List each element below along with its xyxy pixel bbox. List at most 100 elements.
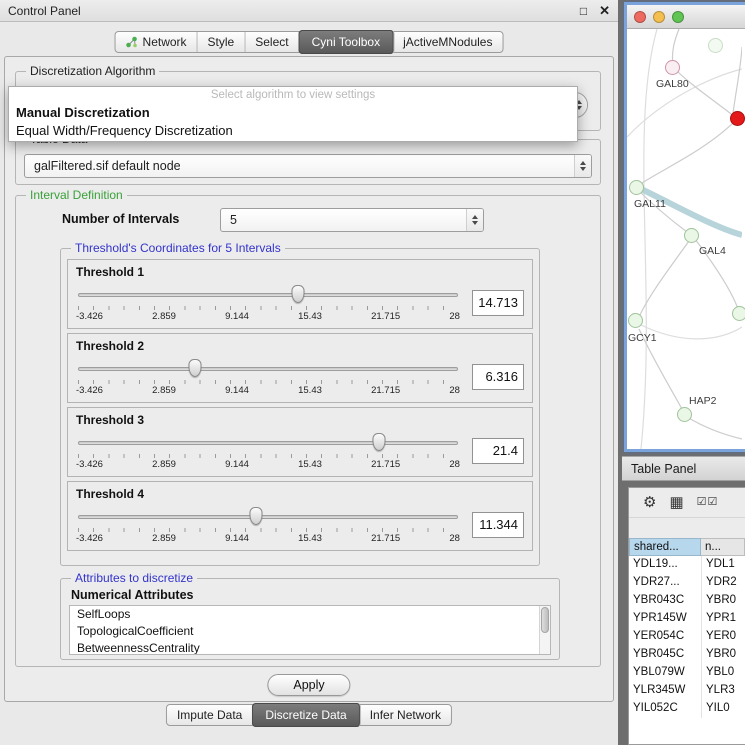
threshold-1-title: Threshold 1 bbox=[76, 265, 144, 279]
close-traffic-light[interactable] bbox=[634, 11, 646, 23]
minimize-icon[interactable]: □ bbox=[580, 4, 587, 18]
cell[interactable]: YDL1 bbox=[701, 556, 745, 574]
threshold-2-slider[interactable]: -3.426 2.859 9.144 15.43 21.715 28 bbox=[76, 357, 460, 397]
network-node[interactable] bbox=[665, 60, 680, 75]
table-row[interactable]: YLR345WYLR3 bbox=[629, 682, 745, 700]
threshold-2-value-field[interactable]: 6.316 bbox=[472, 364, 524, 390]
list-scrollbar-thumb[interactable] bbox=[541, 607, 549, 633]
slider-thumb[interactable] bbox=[250, 507, 263, 525]
cell[interactable]: YIL052C bbox=[629, 700, 701, 718]
slider-thumb[interactable] bbox=[291, 285, 304, 303]
table-row[interactable]: YDL19...YDL1 bbox=[629, 556, 745, 574]
list-item[interactable]: TopologicalCoefficient bbox=[70, 623, 550, 640]
cell[interactable]: YBL0 bbox=[701, 664, 745, 682]
network-node[interactable] bbox=[628, 313, 643, 328]
select-columns-icon[interactable]: ☑☑ bbox=[697, 497, 719, 508]
tab-style[interactable]: Style bbox=[198, 32, 246, 52]
column-header-name[interactable]: n... bbox=[701, 538, 745, 556]
tick-marks bbox=[78, 380, 458, 384]
slider-thumb[interactable] bbox=[373, 433, 386, 451]
threshold-4-value-field[interactable]: 11.344 bbox=[472, 512, 524, 538]
network-node[interactable] bbox=[708, 38, 723, 53]
scale-label: 9.144 bbox=[225, 533, 249, 544]
network-node[interactable] bbox=[732, 306, 745, 321]
scale-label: -3.426 bbox=[76, 459, 103, 470]
cell[interactable]: YDR27... bbox=[629, 574, 701, 592]
cell[interactable]: YBR045C bbox=[629, 646, 701, 664]
cell[interactable]: YPR1 bbox=[701, 610, 745, 628]
tab-infer-network[interactable]: Infer Network bbox=[360, 705, 451, 725]
tab-jactivemodules[interactable]: jActiveMNodules bbox=[393, 32, 502, 52]
slider-thumb[interactable] bbox=[189, 359, 202, 377]
threshold-4-slider[interactable]: -3.426 2.859 9.144 15.43 21.715 28 bbox=[76, 505, 460, 545]
threshold-3-panel: Threshold 3 -3.426 2.859 9.144 1 bbox=[67, 407, 533, 477]
cell[interactable]: YLR345W bbox=[629, 682, 701, 700]
scale-label: 21.715 bbox=[371, 459, 400, 470]
table-row[interactable]: YER054CYER0 bbox=[629, 628, 745, 646]
scale-label: 2.859 bbox=[152, 385, 176, 396]
cell[interactable]: YDL19... bbox=[629, 556, 701, 574]
list-item[interactable]: SelfLoops bbox=[70, 606, 550, 623]
tab-select[interactable]: Select bbox=[245, 32, 299, 52]
node-label: GAL11 bbox=[634, 198, 666, 210]
table-row[interactable]: YBR045CYBR0 bbox=[629, 646, 745, 664]
cell[interactable]: YBR0 bbox=[701, 646, 745, 664]
dropdown-option-equal-width-frequency[interactable]: Equal Width/Frequency Discretization bbox=[9, 121, 577, 139]
minimize-traffic-light[interactable] bbox=[653, 11, 665, 23]
cell[interactable]: YLR3 bbox=[701, 682, 745, 700]
threshold-3-value-field[interactable]: 21.4 bbox=[472, 438, 524, 464]
tab-discretize-data[interactable]: Discretize Data bbox=[252, 703, 360, 727]
cell[interactable]: YER0 bbox=[701, 628, 745, 646]
threshold-4-title: Threshold 4 bbox=[76, 487, 144, 501]
column-header-shared-name[interactable]: shared... bbox=[629, 538, 701, 556]
scale-label: 21.715 bbox=[371, 385, 400, 396]
table-row[interactable]: YPR145WYPR1 bbox=[629, 610, 745, 628]
cell[interactable]: YPR145W bbox=[629, 610, 701, 628]
tab-infer-network-label: Infer Network bbox=[370, 708, 441, 722]
slider-track[interactable] bbox=[78, 367, 458, 371]
network-node[interactable] bbox=[684, 228, 699, 243]
tab-network[interactable]: Network bbox=[116, 32, 198, 52]
network-window-titlebar bbox=[627, 5, 745, 29]
table-body: YDL19...YDL1 YDR27...YDR2 YBR043CYBR0 YP… bbox=[629, 556, 745, 744]
threshold-3-slider[interactable]: -3.426 2.859 9.144 15.43 21.715 28 bbox=[76, 431, 460, 471]
network-canvas[interactable]: GAL80 GAL11 GAL4 GCY1 HAP2 bbox=[627, 29, 745, 449]
slider-track[interactable] bbox=[78, 293, 458, 297]
network-view-window: GAL80 GAL11 GAL4 GCY1 HAP2 bbox=[624, 2, 745, 452]
list-scrollbar[interactable] bbox=[539, 606, 550, 654]
cell[interactable]: YER054C bbox=[629, 628, 701, 646]
zoom-traffic-light[interactable] bbox=[672, 11, 684, 23]
dropdown-option-manual-discretization[interactable]: Manual Discretization bbox=[9, 103, 577, 121]
table-row[interactable]: YBR043CYBR0 bbox=[629, 592, 745, 610]
table-row[interactable]: YIL052CYIL0 bbox=[629, 700, 745, 718]
apply-button[interactable]: Apply bbox=[267, 674, 350, 696]
network-node[interactable] bbox=[629, 180, 644, 195]
slider-track[interactable] bbox=[78, 441, 458, 445]
cell[interactable]: YIL0 bbox=[701, 700, 745, 718]
table-data-combobox[interactable]: galFiltered.sif default node bbox=[24, 154, 592, 178]
cell[interactable]: YBR0 bbox=[701, 592, 745, 610]
network-node[interactable] bbox=[677, 407, 692, 422]
selected-network-node[interactable] bbox=[730, 111, 745, 126]
tab-cyni-toolbox[interactable]: Cyni Toolbox bbox=[299, 30, 394, 54]
tick-marks bbox=[78, 528, 458, 532]
tab-impute-data[interactable]: Impute Data bbox=[167, 705, 253, 725]
cell[interactable]: YBR043C bbox=[629, 592, 701, 610]
close-icon[interactable]: ✕ bbox=[599, 3, 610, 19]
table-data-group: Table Data galFiltered.sif default node bbox=[15, 139, 601, 185]
cell[interactable]: YBL079W bbox=[629, 664, 701, 682]
scale-label: 28 bbox=[449, 385, 460, 396]
attributes-listbox[interactable]: SelfLoops TopologicalCoefficient Between… bbox=[69, 605, 551, 655]
list-item[interactable]: BetweennessCentrality bbox=[70, 640, 550, 655]
threshold-2-panel: Threshold 2 -3.426 2.859 9.144 1 bbox=[67, 333, 533, 403]
columns-icon[interactable]: ▦ bbox=[669, 495, 683, 510]
slider-track[interactable] bbox=[78, 515, 458, 519]
cell[interactable]: YDR2 bbox=[701, 574, 745, 592]
threshold-1-value-field[interactable]: 14.713 bbox=[472, 290, 524, 316]
number-of-intervals-combobox[interactable]: 5 bbox=[220, 208, 484, 232]
gear-icon[interactable]: ⚙ bbox=[643, 495, 656, 510]
table-row[interactable]: YDR27...YDR2 bbox=[629, 574, 745, 592]
threshold-1-slider[interactable]: -3.426 2.859 9.144 15.43 21.715 28 bbox=[76, 283, 460, 323]
table-panel-title: Table Panel bbox=[631, 462, 696, 476]
table-row[interactable]: YBL079WYBL0 bbox=[629, 664, 745, 682]
